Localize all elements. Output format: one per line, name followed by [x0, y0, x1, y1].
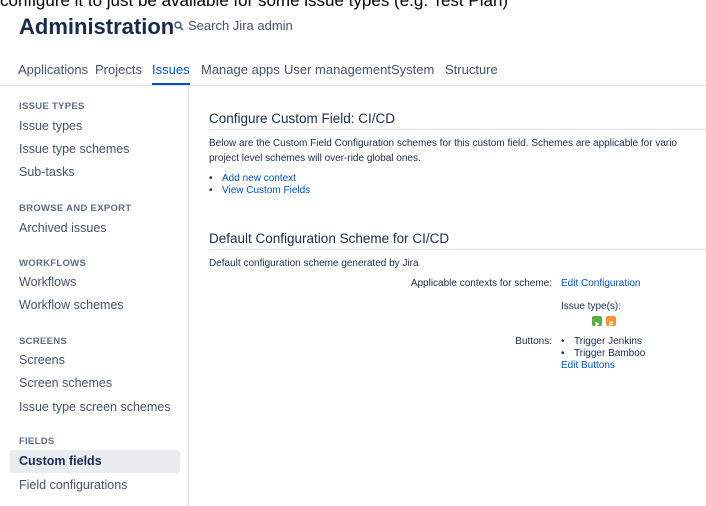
add-new-context-link[interactable]: Add new context — [222, 173, 296, 184]
sidebar-item-workflow-schemes[interactable]: Workflow schemes — [10, 294, 180, 317]
sidebar-item-issue-type-schemes[interactable]: Issue type schemes — [10, 138, 180, 161]
sidebar-item-screens[interactable]: Screens — [10, 349, 180, 372]
trigger-jenkins-item: Trigger Jenkins — [574, 336, 642, 347]
sidebar-item-custom-fields[interactable]: Custom fields — [10, 450, 180, 473]
sidebar-item-archived-issues[interactable]: Archived issues — [10, 217, 180, 240]
sidebar-item-sub-tasks[interactable]: Sub-tasks — [10, 161, 180, 184]
sidebar-section-issue-types: ISSUE TYPES — [19, 101, 85, 112]
orange-plan-issue-icon — [606, 316, 616, 327]
tab-projects[interactable]: Projects — [95, 62, 142, 84]
sidebar-item-issue-type-screen-schemes[interactable]: Issue type screen schemes — [10, 396, 180, 419]
sidebar-item-screen-schemes[interactable]: Screen schemes — [10, 372, 180, 395]
sidebar-item-issue-types[interactable]: Issue types — [10, 115, 180, 138]
sidebar-section-fields: FIELDS — [19, 436, 55, 447]
tab-applications[interactable]: Applications — [18, 62, 88, 84]
sidebar-item-workflows[interactable]: Workflows — [10, 271, 180, 294]
scheme-buttons-list: • Trigger Jenkins • Trigger Bamboo Edit Bu… — [561, 336, 646, 371]
search-icon — [174, 20, 184, 31]
buttons-label: Buttons: — [515, 336, 552, 347]
page-title: Administration — [19, 14, 175, 39]
sidebar-section-screens: SCREENS — [19, 336, 68, 347]
edit-buttons-link[interactable]: Edit Buttons — [561, 360, 615, 371]
admin-tabs: Applications Projects Issues Manage apps… — [0, 55, 706, 86]
tab-issues[interactable]: Issues — [152, 62, 190, 85]
action-links: • Add new context • View Custom Fields — [209, 173, 311, 196]
contexts-label: Applicable contexts for scheme: — [410, 278, 552, 289]
sidebar-section-workflows: WORKFLOWS — [19, 258, 87, 269]
caption-text: configure it to just be available for so… — [0, 0, 509, 10]
page-heading: Configure Custom Field: CI/CD — [209, 111, 706, 130]
tab-structure[interactable]: Structure — [445, 62, 498, 84]
search-placeholder[interactable]: Search Jira admin — [188, 18, 293, 33]
trigger-bamboo-item: Trigger Bamboo — [574, 348, 646, 359]
issue-types-label: Issue type(s): — [561, 301, 622, 312]
tab-user-management[interactable]: User management — [284, 62, 391, 84]
scheme-description: Default configuration scheme generated b… — [209, 258, 419, 269]
view-custom-fields-link[interactable]: View Custom Fields — [222, 185, 310, 196]
tab-system[interactable]: System — [391, 62, 434, 84]
description-line-2: project level schemes will over-ride glo… — [209, 153, 421, 164]
scheme-heading: Default Configuration Scheme for CI/CD — [209, 231, 706, 250]
tab-manage-apps[interactable]: Manage apps — [201, 62, 280, 84]
description-line-1: Below are the Custom Field Configuration… — [209, 138, 677, 149]
search-box[interactable]: Search Jira admin — [174, 18, 293, 33]
sidebar: ISSUE TYPES Issue types Issue type schem… — [0, 86, 189, 506]
sidebar-item-field-configurations[interactable]: Field configurations — [10, 474, 180, 497]
edit-configuration-link[interactable]: Edit Configuration — [561, 278, 641, 289]
green-play-issue-icon — [592, 316, 602, 327]
sidebar-section-browse-export: BROWSE AND EXPORT — [19, 203, 132, 214]
